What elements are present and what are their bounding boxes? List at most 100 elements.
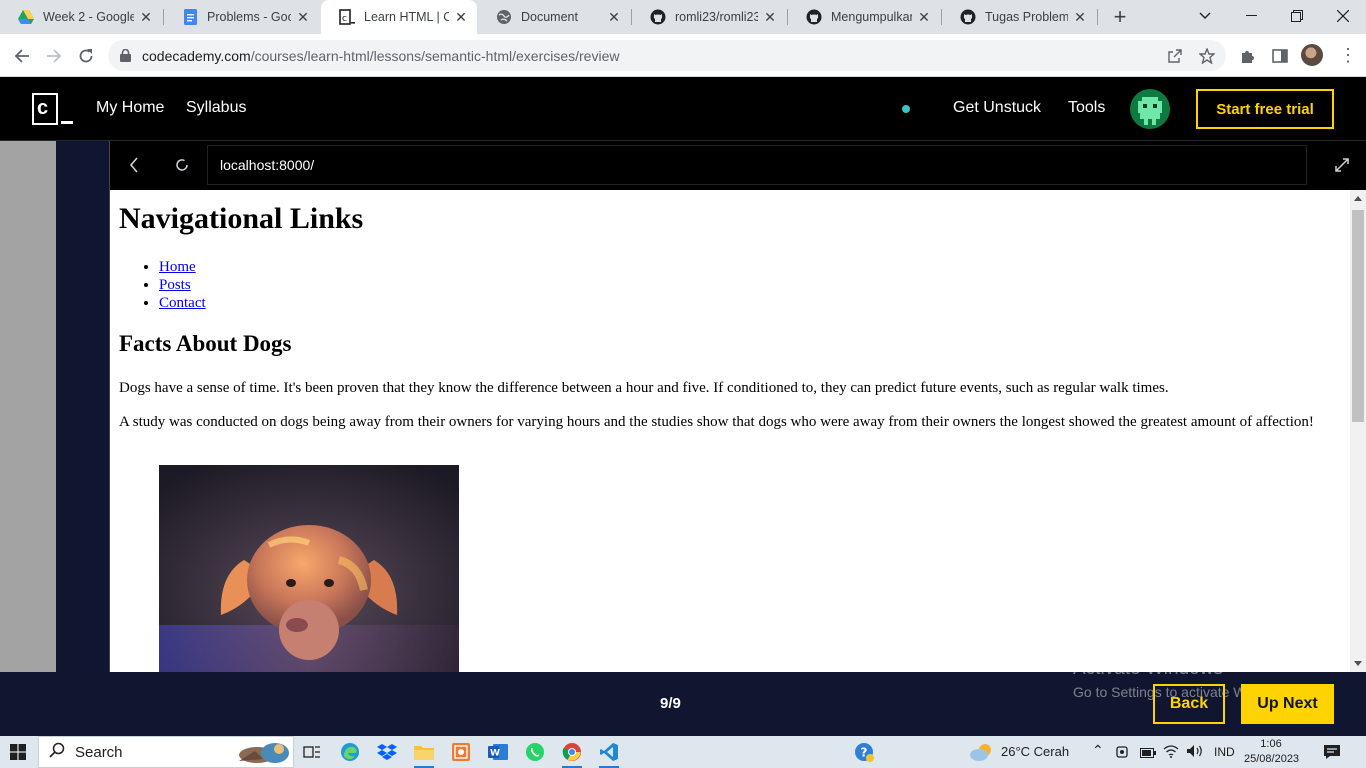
windows-start-icon[interactable] bbox=[0, 736, 36, 768]
language-indicator[interactable]: IND bbox=[1214, 745, 1235, 759]
search-label: Search bbox=[75, 743, 123, 761]
scroll-down-arrow-icon[interactable] bbox=[1354, 661, 1362, 666]
notification-icon[interactable] bbox=[1322, 742, 1342, 762]
weather-text[interactable]: 26°C Cerah bbox=[1001, 744, 1069, 759]
wifi-icon[interactable] bbox=[1163, 744, 1179, 761]
close-icon[interactable]: ✕ bbox=[138, 9, 154, 26]
status-dot-icon bbox=[902, 105, 910, 113]
edge-icon[interactable] bbox=[332, 736, 368, 768]
kebab-menu-icon[interactable]: ⋮ bbox=[1338, 44, 1358, 66]
file-explorer-icon[interactable] bbox=[406, 736, 442, 768]
tab-title: Document bbox=[521, 10, 578, 24]
close-icon[interactable]: ✕ bbox=[762, 9, 778, 26]
profile-avatar[interactable] bbox=[1301, 44, 1323, 66]
vertical-scrollbar[interactable] bbox=[1350, 190, 1366, 672]
expand-icon[interactable] bbox=[1332, 155, 1352, 175]
scrollbar-thumb[interactable] bbox=[1352, 210, 1364, 422]
help-icon[interactable]: ? bbox=[846, 736, 882, 768]
image-app-icon[interactable] bbox=[443, 736, 479, 768]
paragraph: Dogs have a sense of time. It's been pro… bbox=[119, 380, 1169, 396]
github-icon bbox=[806, 9, 822, 25]
whatsapp-icon[interactable] bbox=[517, 736, 553, 768]
link-posts[interactable]: Posts bbox=[159, 277, 191, 293]
reload-icon[interactable] bbox=[72, 42, 100, 70]
get-unstuck-button[interactable]: Get Unstuck bbox=[953, 99, 1041, 117]
extensions-puzzle-icon[interactable] bbox=[1238, 46, 1258, 66]
lesson-footer: 9/9 Activate Windows Go to Settings to a… bbox=[0, 658, 1366, 736]
codecademy-icon: c bbox=[339, 9, 355, 25]
weather-icon[interactable] bbox=[964, 736, 1000, 768]
nav-syllabus[interactable]: Syllabus bbox=[186, 99, 246, 117]
start-free-trial-button[interactable]: Start free trial bbox=[1196, 89, 1334, 129]
star-bookmark-icon[interactable] bbox=[1198, 47, 1216, 65]
clock-time: 1:06 bbox=[1260, 738, 1282, 750]
close-icon[interactable]: ✕ bbox=[1072, 9, 1088, 26]
refresh-icon[interactable] bbox=[172, 155, 192, 175]
list-item: Posts bbox=[159, 276, 206, 294]
address-bar[interactable]: codecademy.com/courses/learn-html/lesson… bbox=[108, 40, 1226, 71]
tab-learn-html[interactable]: c Learn HTML | Co ✕ bbox=[321, 0, 477, 34]
tab-document[interactable]: Document ✕ bbox=[478, 0, 630, 34]
battery-icon[interactable] bbox=[1140, 746, 1156, 761]
taskbar-search-box[interactable]: Search bbox=[38, 736, 294, 768]
back-button[interactable]: Back bbox=[1153, 684, 1225, 724]
chevron-up-icon[interactable]: ⌃ bbox=[1092, 742, 1104, 759]
globe-icon bbox=[496, 9, 512, 25]
share-icon[interactable] bbox=[1166, 47, 1184, 65]
up-next-button[interactable]: Up Next bbox=[1241, 684, 1334, 724]
tab-github-mengumpulkan[interactable]: Mengumpulkan T ✕ bbox=[788, 0, 940, 34]
close-window-button[interactable] bbox=[1320, 0, 1366, 32]
clock[interactable]: 1:06 25/08/2023 bbox=[1244, 737, 1300, 767]
windows-watermark-title: Activate Windows bbox=[1073, 658, 1223, 679]
side-panel-icon[interactable] bbox=[1270, 46, 1290, 66]
close-icon[interactable]: ✕ bbox=[606, 9, 622, 26]
close-icon[interactable]: ✕ bbox=[453, 9, 469, 26]
tab-search-chevron-icon[interactable] bbox=[1182, 0, 1228, 32]
svg-text:c: c bbox=[342, 14, 347, 24]
page-heading: Navigational Links bbox=[119, 202, 364, 235]
new-tab-button[interactable]: + bbox=[1108, 4, 1132, 30]
preview-url-field[interactable]: localhost:8000/ bbox=[207, 145, 1307, 185]
minimize-button[interactable] bbox=[1228, 0, 1274, 32]
vscode-icon[interactable] bbox=[591, 736, 627, 768]
dropbox-icon[interactable] bbox=[369, 736, 405, 768]
task-view-icon[interactable] bbox=[294, 736, 330, 768]
word-icon[interactable]: W bbox=[480, 736, 516, 768]
tab-week2[interactable]: Week 2 - Google ✕ bbox=[0, 0, 162, 34]
tray-app-icon[interactable] bbox=[1115, 744, 1129, 763]
tab-github-romli23[interactable]: romli23/romli23. ✕ bbox=[632, 0, 786, 34]
paragraph: A study was conducted on dogs being away… bbox=[119, 414, 1314, 430]
dog-image bbox=[159, 465, 459, 672]
scroll-up-arrow-icon[interactable] bbox=[1354, 196, 1362, 201]
tab-title: Problems - Goog bbox=[207, 10, 291, 24]
codecademy-logo[interactable]: c bbox=[32, 93, 73, 125]
tools-button[interactable]: Tools bbox=[1068, 99, 1105, 117]
nav-link-list: Home Posts Contact bbox=[159, 258, 206, 312]
chevron-left-icon[interactable] bbox=[124, 155, 144, 175]
tab-github-tugas[interactable]: Tugas Problem 0 ✕ bbox=[942, 0, 1096, 34]
forward-arrow-icon[interactable] bbox=[40, 42, 68, 70]
volume-icon[interactable] bbox=[1186, 744, 1204, 761]
chrome-icon[interactable] bbox=[554, 736, 590, 768]
close-icon[interactable]: ✕ bbox=[916, 9, 932, 26]
url-path: /courses/learn-html/lessons/semantic-htm… bbox=[250, 47, 620, 64]
nav-my-home[interactable]: My Home bbox=[96, 99, 164, 117]
preview-viewport: Navigational Links Home Posts Contact Fa… bbox=[109, 190, 1350, 672]
preview-browser-bar: localhost:8000/ bbox=[109, 141, 1366, 190]
exercise-counter: 9/9 bbox=[660, 695, 681, 712]
link-contact[interactable]: Contact bbox=[159, 295, 206, 311]
tab-title: Mengumpulkan T bbox=[831, 10, 912, 24]
svg-text:W: W bbox=[490, 749, 500, 759]
tab-problems[interactable]: Problems - Goog ✕ bbox=[164, 0, 319, 34]
link-home[interactable]: Home bbox=[159, 259, 196, 275]
tab-title: romli23/romli23. bbox=[675, 10, 758, 24]
search-highlight-illustration bbox=[239, 743, 289, 763]
restore-button[interactable] bbox=[1274, 0, 1320, 32]
back-arrow-icon[interactable] bbox=[8, 42, 36, 70]
url-host: codecademy.com bbox=[142, 47, 251, 64]
close-icon[interactable]: ✕ bbox=[295, 9, 311, 26]
user-avatar[interactable] bbox=[1130, 89, 1170, 129]
section-heading: Facts About Dogs bbox=[119, 331, 292, 356]
list-item: Home bbox=[159, 258, 206, 276]
clock-date: 25/08/2023 bbox=[1244, 753, 1300, 765]
